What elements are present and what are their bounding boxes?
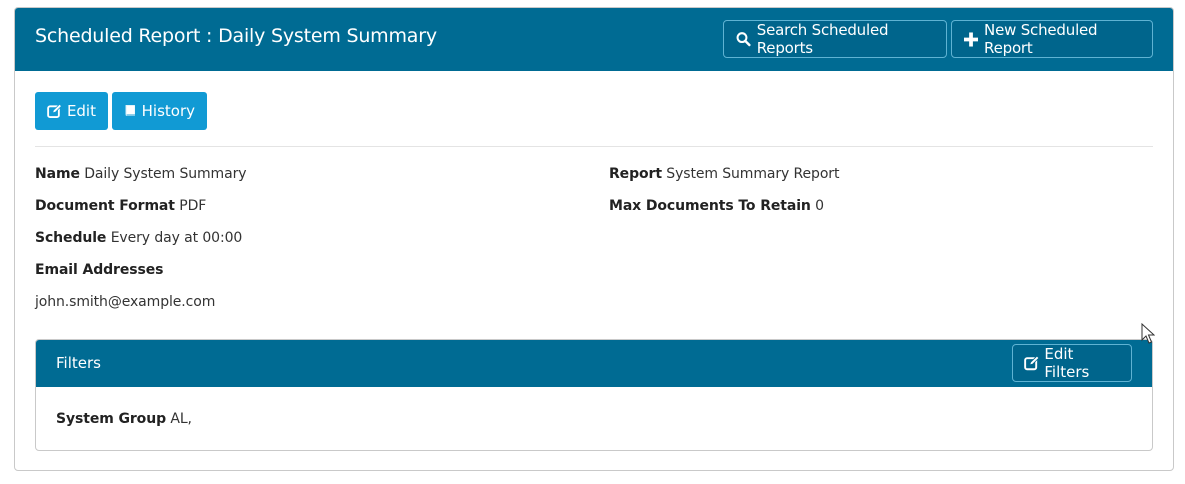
field-max-documents: Max Documents To Retain 0 — [609, 198, 824, 214]
field-report: Report System Summary Report — [609, 166, 839, 182]
search-button-label: Search Scheduled Reports — [756, 21, 889, 57]
filters-header: Filters Edit Filters — [36, 340, 1152, 387]
edit-icon — [1024, 355, 1040, 371]
divider — [35, 146, 1153, 147]
edit-filters-label: Edit Filters — [1044, 345, 1090, 381]
history-button-label: History — [141, 102, 195, 120]
filters-panel: Filters Edit Filters System Group AL, — [35, 339, 1153, 451]
field-schedule-label: Schedule — [35, 230, 107, 246]
edit-button-label: Edit — [66, 102, 96, 120]
filters-title: Filters — [56, 354, 101, 372]
field-email-addresses: Email Addresses — [35, 262, 163, 278]
field-document-format: Document Format PDF — [35, 198, 206, 214]
filter-group-label: System Group — [56, 411, 166, 427]
field-email-label: Email Addresses — [35, 262, 164, 278]
book-icon — [125, 105, 135, 117]
page-title: Scheduled Report : Daily System Summary — [35, 25, 437, 47]
field-retain-label: Max Documents To Retain — [609, 198, 811, 214]
search-icon — [736, 32, 751, 47]
edit-button[interactable]: Edit — [35, 92, 108, 130]
field-schedule-value: Every day at 00:00 — [110, 230, 243, 246]
scheduled-report-panel: Scheduled Report : Daily System Summary … — [14, 7, 1174, 471]
new-scheduled-report-button[interactable]: New Scheduled Report — [951, 20, 1153, 58]
field-report-value: System Summary Report — [666, 166, 840, 182]
field-name: Name Daily System Summary — [35, 166, 247, 182]
field-format-label: Document Format — [35, 198, 175, 214]
search-scheduled-reports-button[interactable]: Search Scheduled Reports — [723, 20, 947, 58]
field-format-value: PDF — [179, 198, 207, 214]
edit-icon — [47, 103, 62, 119]
field-report-label: Report — [609, 166, 662, 182]
field-name-value: Daily System Summary — [84, 166, 247, 182]
email-address: john.smith@example.com — [35, 294, 216, 310]
plus-icon — [964, 31, 979, 47]
history-button[interactable]: History — [112, 92, 207, 130]
filter-group-value: AL, — [170, 411, 192, 427]
field-retain-value: 0 — [815, 198, 824, 214]
new-button-label: New Scheduled Report — [984, 21, 1098, 57]
field-name-label: Name — [35, 166, 80, 182]
panel-header: Scheduled Report : Daily System Summary … — [15, 8, 1173, 71]
field-schedule: Schedule Every day at 00:00 — [35, 230, 242, 246]
filter-system-group: System Group AL, — [56, 411, 192, 427]
edit-filters-button[interactable]: Edit Filters — [1012, 344, 1132, 382]
mouse-cursor-icon — [1141, 323, 1155, 344]
